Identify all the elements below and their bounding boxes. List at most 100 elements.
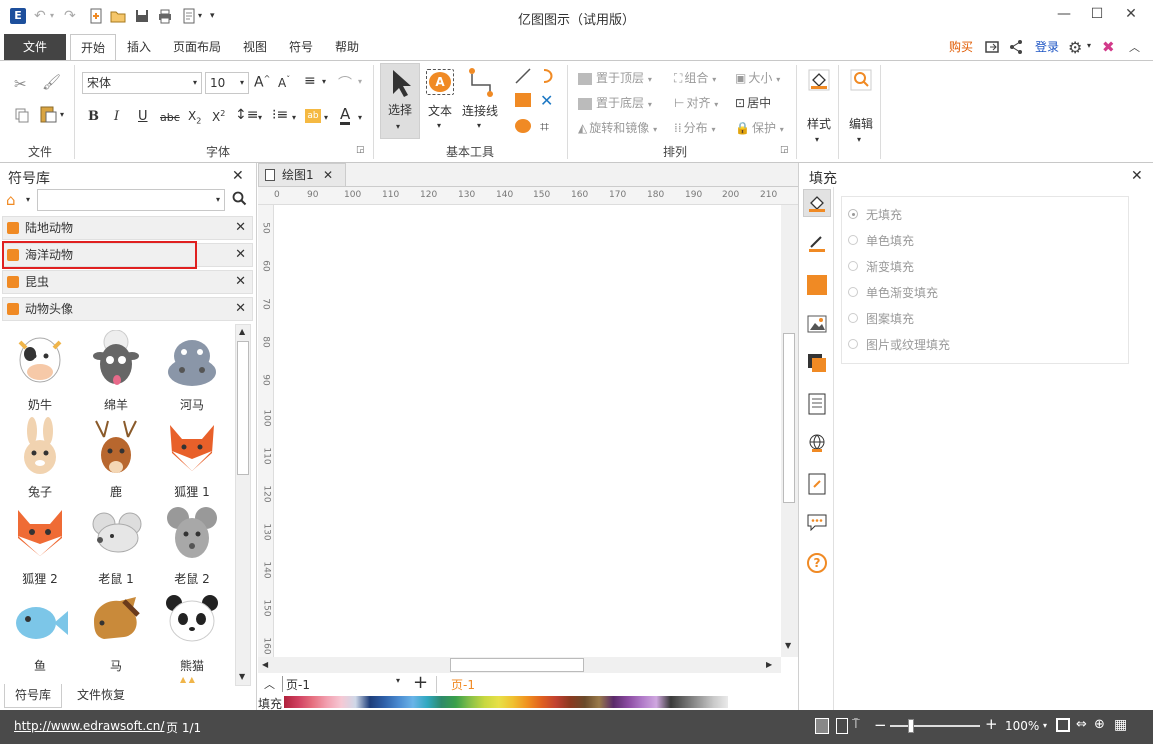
close-category-icon[interactable]: ✕ [235,244,246,266]
bold-icon[interactable]: B [88,109,99,124]
shape-cow[interactable]: 奶牛 [8,330,72,416]
scroll-right-icon[interactable]: ▶ [766,660,772,669]
shape-panda[interactable]: 熊猫 [160,591,224,677]
tab-help[interactable]: 帮助 [326,34,368,60]
zoom-level[interactable]: 100% [1005,719,1039,733]
protect-button[interactable]: 🔒 保护 ▾ [735,119,784,136]
zoom-slider[interactable] [890,719,980,733]
shape-fox-1[interactable]: 狐狸 1 [160,417,224,503]
minimize-button[interactable]: — [1052,6,1076,26]
scroll-thumb[interactable] [237,341,249,475]
cross-tool-icon[interactable]: ✕ [540,91,553,110]
library-home-icon[interactable]: ⌂ [6,191,16,209]
page-view-icon[interactable] [815,718,829,734]
settings-gear-icon[interactable]: ⚙ [1068,38,1082,57]
fit-width-icon[interactable]: ⇔ [1076,717,1087,732]
scroll-down-icon[interactable]: ▼ [239,672,245,681]
tab-view[interactable]: 视图 [234,34,276,60]
library-search-input[interactable]: ▾ [37,189,225,211]
tab-library[interactable]: 符号库 [4,684,62,708]
image-icon[interactable] [807,315,827,333]
maximize-button[interactable]: ☐ [1085,6,1109,26]
tab-insert[interactable]: 插入 [118,34,160,60]
attachment-icon[interactable] [808,473,826,495]
library-scrollbar[interactable]: ▲ ▼ [235,324,251,686]
help-icon[interactable]: ? [807,553,827,573]
document-tab[interactable]: 绘图1 ✕ [258,163,346,187]
search-icon[interactable] [232,191,247,206]
close-category-icon[interactable]: ✕ [235,298,246,320]
paste-icon[interactable] [40,105,60,123]
size-button[interactable]: ▣ 大小 ▾ [735,69,780,86]
highlight-icon[interactable]: ab [305,109,321,123]
buy-link[interactable]: 购买 [944,34,978,60]
ellipse-tool-icon[interactable] [515,119,531,133]
paragraph-align-icon[interactable]: ≡ [304,73,316,89]
shape-sheep[interactable]: 绵羊 [84,330,148,416]
theme-icon[interactable]: ✖ [1102,38,1115,56]
zoom-in-icon[interactable]: + [985,715,998,733]
copy-icon[interactable] [14,107,30,123]
shape-mouse-1[interactable]: 老鼠 1 [84,504,148,590]
canvas-scroll-thumb[interactable] [783,333,795,503]
fill-option-solid[interactable]: 单色填充 [848,232,914,249]
send-back-button[interactable]: 置于底层 ▾ [578,94,652,111]
close-fill-panel-icon[interactable]: ✕ [1131,168,1143,184]
layers-icon[interactable] [807,353,827,373]
full-page-icon[interactable] [836,718,848,734]
drawing-page[interactable] [274,205,780,657]
format-painter-icon[interactable]: 🖌 [42,73,61,91]
fit-page-icon[interactable] [1056,718,1070,732]
font-dialog-launcher-icon[interactable]: ◲ [356,145,365,155]
shape-mouse-2[interactable]: 老鼠 2 [160,504,224,590]
highlight-dropdown-icon[interactable]: ▾ [324,113,328,122]
scroll-down-icon[interactable]: ▼ [785,641,791,650]
close-category-icon[interactable]: ✕ [235,271,246,293]
superscript-icon[interactable]: X2 [212,109,225,124]
line-style-icon[interactable] [807,233,827,253]
text-tool-button[interactable]: A 文本 ▾ [422,63,458,139]
crop-tool-icon[interactable]: ⌗ [540,117,549,137]
page-tab[interactable]: 页-1 [436,676,496,693]
line-tool-icon[interactable] [514,67,532,85]
arc-tool-icon[interactable] [540,67,558,85]
share-icon[interactable] [1008,39,1024,55]
color-palette[interactable] [284,696,728,708]
grid-toggle-icon[interactable]: ▦ [1114,717,1127,733]
shape-fox-2[interactable]: 狐狸 2 [8,504,72,590]
cut-icon[interactable]: ✂ [14,75,27,93]
canvas-vertical-scrollbar[interactable]: ▼ [781,205,798,657]
scroll-left-icon[interactable]: ◀ [262,660,268,669]
fill-option-single-gradient[interactable]: 单色渐变填充 [848,284,938,301]
close-document-icon[interactable]: ✕ [323,164,333,186]
comment-icon[interactable] [807,513,827,531]
paste-dropdown-icon[interactable]: ▾ [60,110,64,119]
fill-tool-icon[interactable] [803,189,831,217]
font-name-select[interactable]: 宋体 ▾ [82,72,202,94]
hyperlink-globe-icon[interactable] [807,433,827,453]
underline-icon[interactable]: U [138,109,148,124]
collapse-ribbon-icon[interactable]: ︿ [1129,39,1140,55]
font-color-dropdown-icon[interactable]: ▾ [358,113,362,122]
rectangle-tool-icon[interactable] [515,93,531,107]
login-link[interactable]: 登录 [1032,34,1062,60]
shrink-font-icon[interactable]: Aˇ [278,75,290,90]
tab-home[interactable]: 开始 [70,34,116,61]
group-button[interactable]: ⛶ 组合 ▾ [674,69,716,86]
grow-font-icon[interactable]: A^ [254,74,270,91]
strikethrough-icon[interactable]: abc [160,111,180,124]
page-collapse-icon[interactable]: ︿ [264,676,275,692]
page-properties-icon[interactable] [808,393,826,415]
shape-rabbit[interactable]: 兔子 [8,417,72,503]
shadow-icon[interactable] [807,275,827,295]
category-insects[interactable]: 昆虫 ✕ [2,270,253,294]
edit-button[interactable]: 编辑 ▾ [844,63,878,151]
text-curve-icon[interactable]: ⌒ [338,73,352,93]
select-tool-button[interactable]: 选择 ▾ [380,63,420,139]
bullets-icon[interactable]: ⁝≡ [272,107,288,123]
close-category-icon[interactable]: ✕ [235,217,246,239]
canvas-horizontal-scrollbar[interactable]: ◀ ▶ [258,657,781,673]
shape-hippo[interactable]: 河马 [160,330,224,416]
page-select[interactable]: 页-1 ▾ [282,676,402,692]
arrange-dialog-launcher-icon[interactable]: ◲ [780,145,789,155]
